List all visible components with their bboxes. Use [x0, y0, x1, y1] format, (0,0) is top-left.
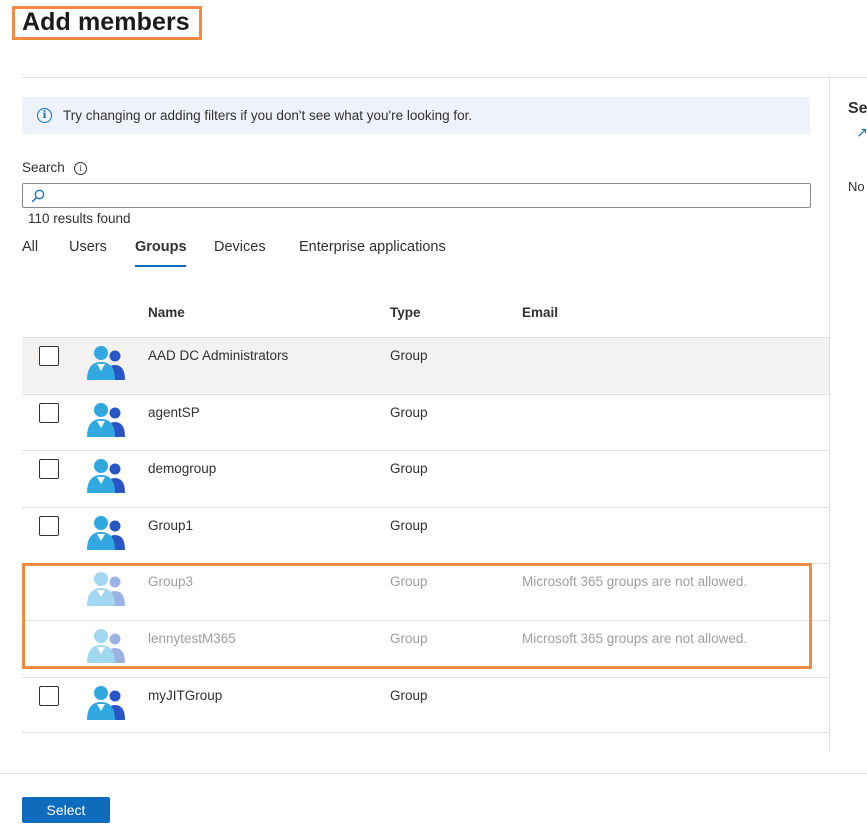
- info-banner-text: Try changing or adding filters if you do…: [63, 108, 473, 123]
- row-checkbox[interactable]: [39, 459, 59, 479]
- row-checkbox[interactable]: [39, 403, 59, 423]
- row-name: lennytestM365: [148, 631, 236, 646]
- row-email: Microsoft 365 groups are not allowed.: [522, 631, 748, 646]
- group-icon: [86, 344, 128, 384]
- table-row[interactable]: demogroup Group: [22, 450, 829, 506]
- results-count: 110 results found: [28, 211, 131, 226]
- row-checkbox[interactable]: [39, 686, 59, 706]
- selected-pane-icon[interactable]: ↗: [856, 124, 867, 141]
- group-icon: [86, 457, 128, 497]
- table-row: lennytestM365 Group Microsoft 365 groups a…: [22, 620, 829, 676]
- active-tab-indicator: [135, 265, 186, 267]
- search-label: Search: [22, 160, 65, 175]
- row-name: Group3: [148, 574, 194, 589]
- selected-pane-title: Se: [848, 100, 867, 117]
- search-input[interactable]: [22, 183, 811, 208]
- group-icon: [86, 684, 128, 724]
- row-type: Group: [390, 688, 428, 703]
- table-row[interactable]: myJITGroup Group: [22, 677, 829, 733]
- pane-divider: [829, 77, 830, 752]
- row-name: AAD DC Administrators: [148, 348, 289, 363]
- row-name: demogroup: [148, 461, 217, 476]
- row-email: Microsoft 365 groups are not allowed.: [522, 574, 748, 589]
- group-icon: [86, 514, 128, 554]
- table-row[interactable]: Group1 Group: [22, 507, 829, 563]
- row-type: Group: [390, 461, 428, 476]
- row-type: Group: [390, 348, 428, 363]
- table-row: Group3 Group Microsoft 365 groups are not …: [22, 563, 829, 619]
- tab-all[interactable]: All: [22, 239, 38, 255]
- tab-enterprise-applications[interactable]: Enterprise applications: [299, 239, 446, 255]
- column-header-type[interactable]: Type: [390, 305, 421, 320]
- tab-users[interactable]: Users: [69, 239, 107, 255]
- tab-groups[interactable]: Groups: [135, 239, 187, 255]
- row-checkbox[interactable]: [39, 346, 59, 366]
- group-icon: [86, 627, 128, 667]
- row-type: Group: [390, 574, 428, 589]
- search-help-icon[interactable]: i: [74, 162, 87, 175]
- top-divider: [22, 77, 867, 78]
- page-title: Add members: [22, 8, 190, 36]
- row-name: Group1: [148, 518, 194, 533]
- search-icon: [31, 189, 45, 203]
- footer-divider: [0, 773, 867, 774]
- select-button[interactable]: Select: [22, 797, 110, 823]
- selected-pane-empty-text: No: [848, 179, 865, 194]
- row-name: myJITGroup: [148, 688, 223, 703]
- row-type: Group: [390, 518, 428, 533]
- row-type: Group: [390, 631, 428, 646]
- group-icon: [86, 401, 128, 441]
- tab-devices[interactable]: Devices: [214, 239, 266, 255]
- row-type: Group: [390, 405, 428, 420]
- group-icon: [86, 570, 128, 610]
- table-row[interactable]: agentSP Group: [22, 394, 829, 450]
- row-name: agentSP: [148, 405, 200, 420]
- row-checkbox[interactable]: [39, 516, 59, 536]
- info-icon: i: [37, 108, 52, 123]
- column-header-name[interactable]: Name: [148, 305, 185, 320]
- column-header-email[interactable]: Email: [522, 305, 558, 320]
- table-row[interactable]: AAD DC Administrators Group: [22, 337, 829, 393]
- info-banner: i Try changing or adding filters if you …: [22, 97, 810, 134]
